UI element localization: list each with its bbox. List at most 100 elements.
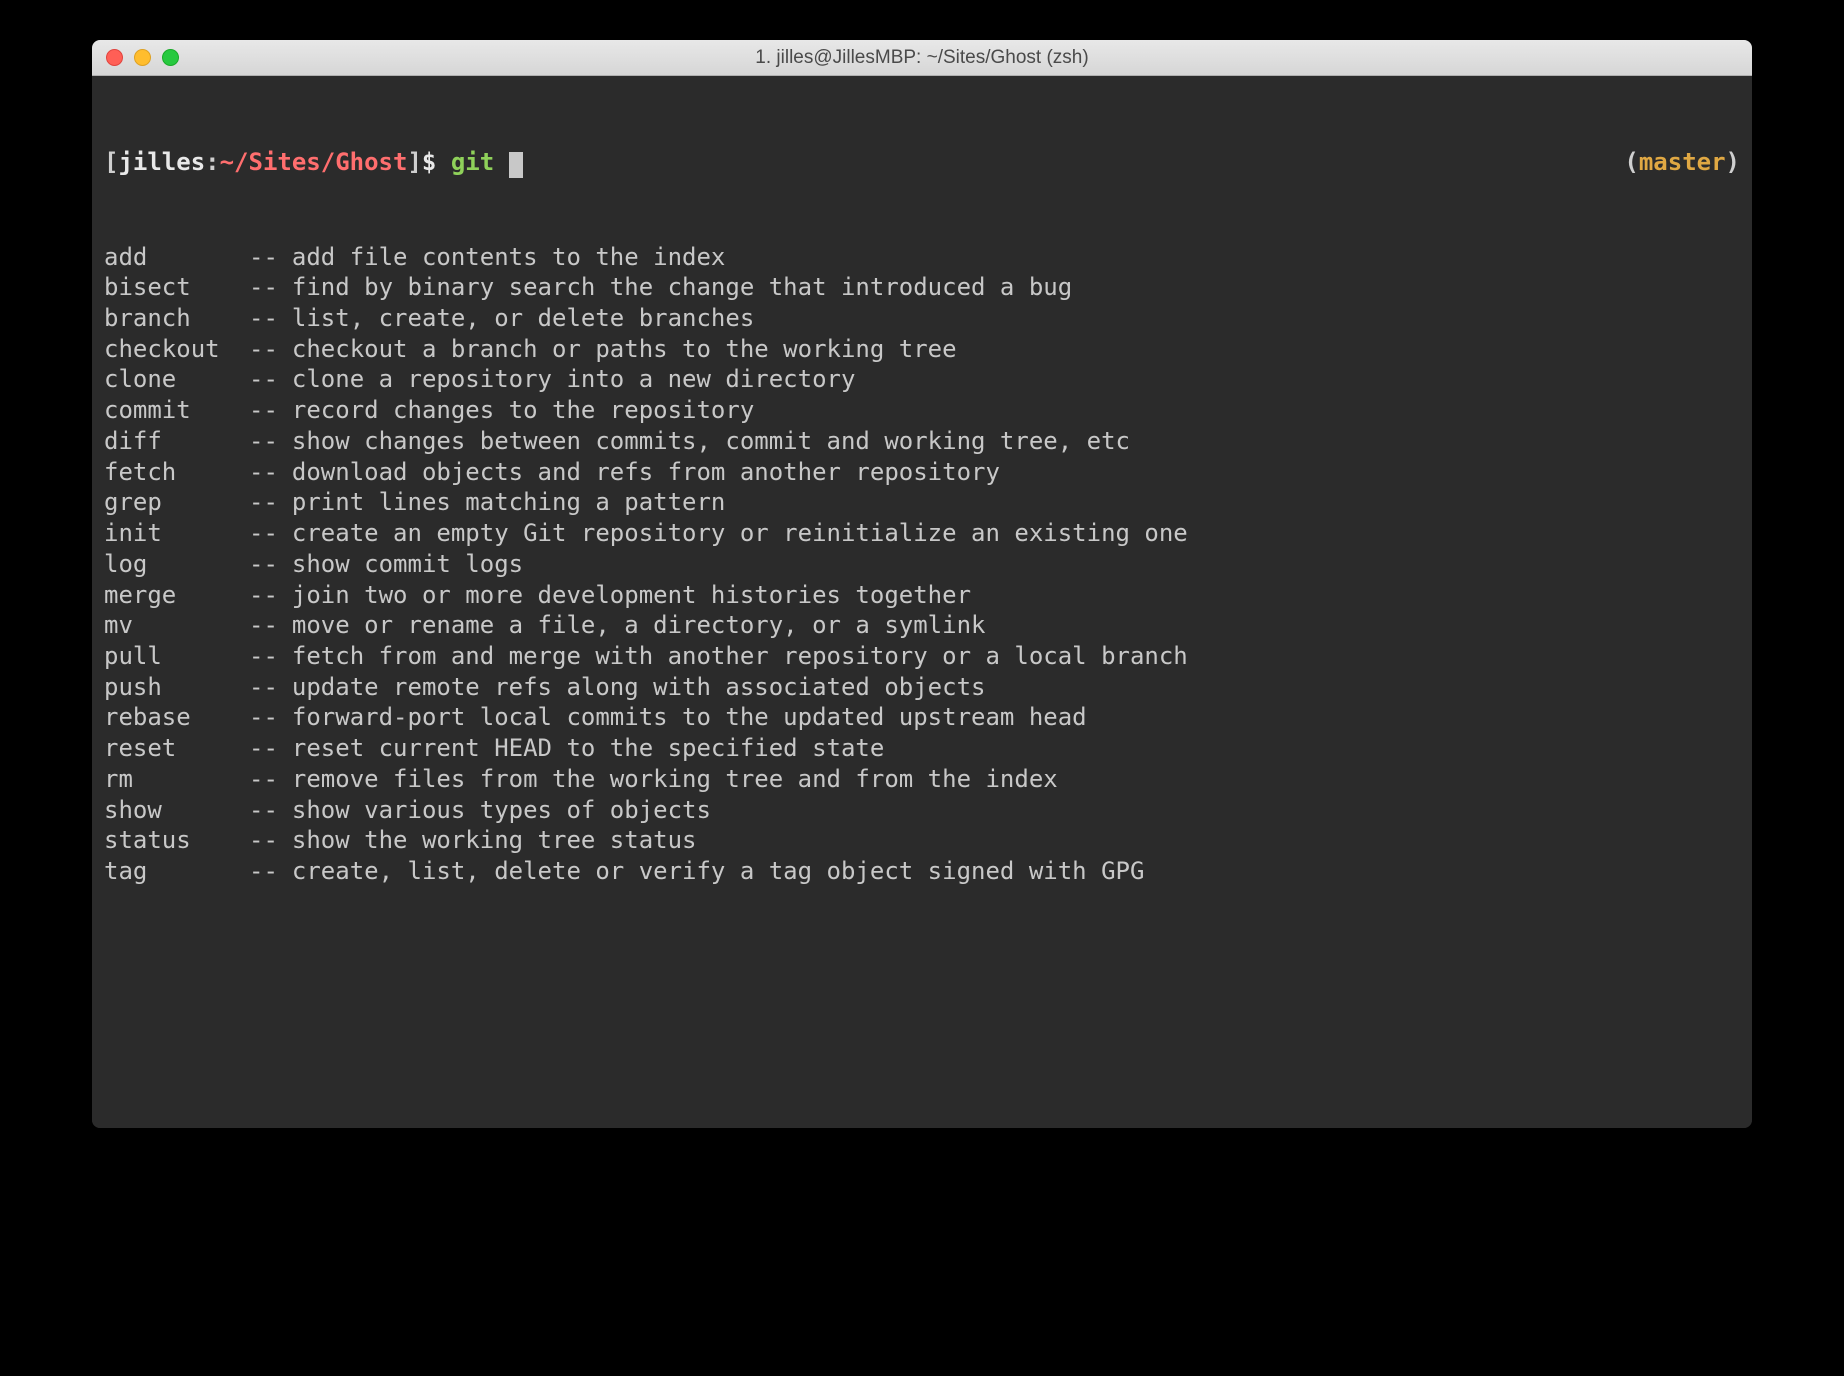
- completion-row[interactable]: fetch-- download objects and refs from an…: [104, 457, 1740, 488]
- completion-list: add--add file contents to the indexbisec…: [104, 242, 1740, 887]
- completion-cmd: rm: [104, 764, 249, 795]
- completion-cmd: show: [104, 795, 249, 826]
- completion-desc: join two or more development histories t…: [292, 580, 971, 611]
- completion-cmd: grep: [104, 487, 249, 518]
- completion-separator: --: [249, 702, 278, 733]
- completion-separator: --: [249, 764, 278, 795]
- completion-row[interactable]: init-- create an empty Git repository or …: [104, 518, 1740, 549]
- completion-separator: --: [249, 580, 278, 611]
- completion-desc: fetch from and merge with another reposi…: [292, 641, 1188, 672]
- completion-row[interactable]: checkout-- checkout a branch or paths to …: [104, 334, 1740, 365]
- completion-row[interactable]: rebase--forward-port local commits to th…: [104, 702, 1740, 733]
- completion-desc: update remote refs along with associated…: [292, 672, 986, 703]
- close-button[interactable]: [106, 49, 123, 66]
- completion-separator: --: [249, 426, 278, 457]
- completion-separator: --: [249, 395, 278, 426]
- completion-separator: --: [249, 856, 278, 887]
- completion-row[interactable]: grep-- print lines matching a pattern: [104, 487, 1740, 518]
- completion-row[interactable]: branch-- list, create, or delete branches: [104, 303, 1740, 334]
- completion-cmd: fetch: [104, 457, 249, 488]
- completion-row[interactable]: clone--clone a repository into a new dir…: [104, 364, 1740, 395]
- branch-close: ): [1726, 148, 1740, 176]
- completion-cmd: mv: [104, 610, 249, 641]
- cursor: [509, 152, 523, 178]
- completion-row[interactable]: merge-- join two or more development hist…: [104, 580, 1740, 611]
- titlebar[interactable]: 1. jilles@JillesMBP: ~/Sites/Ghost (zsh): [92, 40, 1752, 76]
- completion-cmd: log: [104, 549, 249, 580]
- prompt-colon: :: [205, 148, 219, 176]
- completion-desc: show various types of objects: [292, 795, 711, 826]
- completion-desc: remove files from the working tree and f…: [292, 764, 1058, 795]
- completion-cmd: init: [104, 518, 249, 549]
- completion-cmd: push: [104, 672, 249, 703]
- completion-desc: checkout a branch or paths to the workin…: [292, 334, 957, 365]
- completion-desc: download objects and refs from another r…: [292, 457, 1000, 488]
- completion-desc: show changes between commits, commit and…: [292, 426, 1130, 457]
- completion-desc: clone a repository into a new directory: [292, 364, 856, 395]
- completion-separator: --: [249, 242, 278, 273]
- branch-open: (: [1624, 148, 1638, 176]
- completion-row[interactable]: push-- update remote refs along with asso…: [104, 672, 1740, 703]
- completion-desc: create an empty Git repository or reinit…: [292, 518, 1188, 549]
- prompt-user: jilles: [118, 148, 205, 176]
- completion-cmd: commit: [104, 395, 249, 426]
- terminal-window: 1. jilles@JillesMBP: ~/Sites/Ghost (zsh)…: [92, 40, 1752, 1128]
- completion-row[interactable]: add-- add file contents to the index: [104, 242, 1740, 273]
- completion-desc: find by binary search the change that in…: [292, 272, 1072, 303]
- completion-desc: create, list, delete or verify a tag obj…: [292, 856, 1145, 887]
- completion-desc: move or rename a file, a directory, or a…: [292, 610, 986, 641]
- completion-separator: --: [249, 487, 278, 518]
- completion-desc: show commit logs: [292, 549, 523, 580]
- prompt-command: git: [451, 148, 509, 176]
- completion-cmd: status: [104, 825, 249, 856]
- completion-row[interactable]: mv-- move or rename a file, a directory, …: [104, 610, 1740, 641]
- completion-row[interactable]: commit-- record changes to the repository: [104, 395, 1740, 426]
- completion-row[interactable]: status--show the working tree status: [104, 825, 1740, 856]
- completion-cmd: bisect: [104, 272, 249, 303]
- prompt-line: [jilles:~/Sites/Ghost]$ git (master): [104, 147, 1740, 178]
- completion-cmd: reset: [104, 733, 249, 764]
- completion-desc: list, create, or delete branches: [292, 303, 754, 334]
- completion-cmd: merge: [104, 580, 249, 611]
- window-title: 1. jilles@JillesMBP: ~/Sites/Ghost (zsh): [104, 47, 1740, 69]
- completion-separator: --: [249, 334, 278, 365]
- terminal-body[interactable]: [jilles:~/Sites/Ghost]$ git (master) add…: [92, 76, 1752, 1128]
- completion-separator: --: [249, 364, 278, 395]
- prompt-close-bracket: ]: [407, 148, 421, 176]
- completion-cmd: diff: [104, 426, 249, 457]
- completion-row[interactable]: bisect--find by binary search the change…: [104, 272, 1740, 303]
- completion-separator: --: [249, 795, 278, 826]
- completion-cmd: rebase: [104, 702, 249, 733]
- completion-separator: --: [249, 518, 278, 549]
- minimize-button[interactable]: [134, 49, 151, 66]
- completion-row[interactable]: reset-- reset current HEAD to the specifi…: [104, 733, 1740, 764]
- prompt-open-bracket: [: [104, 148, 118, 176]
- completion-row[interactable]: pull-- fetch from and merge with another …: [104, 641, 1740, 672]
- completion-separator: --: [249, 641, 278, 672]
- completion-separator: --: [249, 610, 278, 641]
- completion-separator: --: [249, 549, 278, 580]
- maximize-button[interactable]: [162, 49, 179, 66]
- completion-separator: --: [249, 303, 278, 334]
- completion-separator: --: [249, 672, 278, 703]
- prompt-path: ~/Sites/Ghost: [220, 148, 408, 176]
- completion-separator: --: [249, 457, 278, 488]
- completion-cmd: pull: [104, 641, 249, 672]
- completion-cmd: branch: [104, 303, 249, 334]
- completion-desc: reset current HEAD to the specified stat…: [292, 733, 884, 764]
- completion-desc: add file contents to the index: [292, 242, 725, 273]
- completion-row[interactable]: show-- show various types of objects: [104, 795, 1740, 826]
- completion-desc: show the working tree status: [292, 825, 697, 856]
- completion-cmd: checkout: [104, 334, 249, 365]
- completion-desc: record changes to the repository: [292, 395, 754, 426]
- completion-separator: --: [249, 733, 278, 764]
- branch-name: master: [1639, 148, 1726, 176]
- completion-cmd: tag: [104, 856, 249, 887]
- completion-desc: print lines matching a pattern: [292, 487, 725, 518]
- completion-cmd: add: [104, 242, 249, 273]
- completion-row[interactable]: log-- show commit logs: [104, 549, 1740, 580]
- completion-row[interactable]: rm-- remove files from the working tree a…: [104, 764, 1740, 795]
- completion-row[interactable]: diff-- show changes between commits, comm…: [104, 426, 1740, 457]
- prompt-left: [jilles:~/Sites/Ghost]$ git: [104, 147, 523, 178]
- completion-row[interactable]: tag-- create, list, delete or verify a ta…: [104, 856, 1740, 887]
